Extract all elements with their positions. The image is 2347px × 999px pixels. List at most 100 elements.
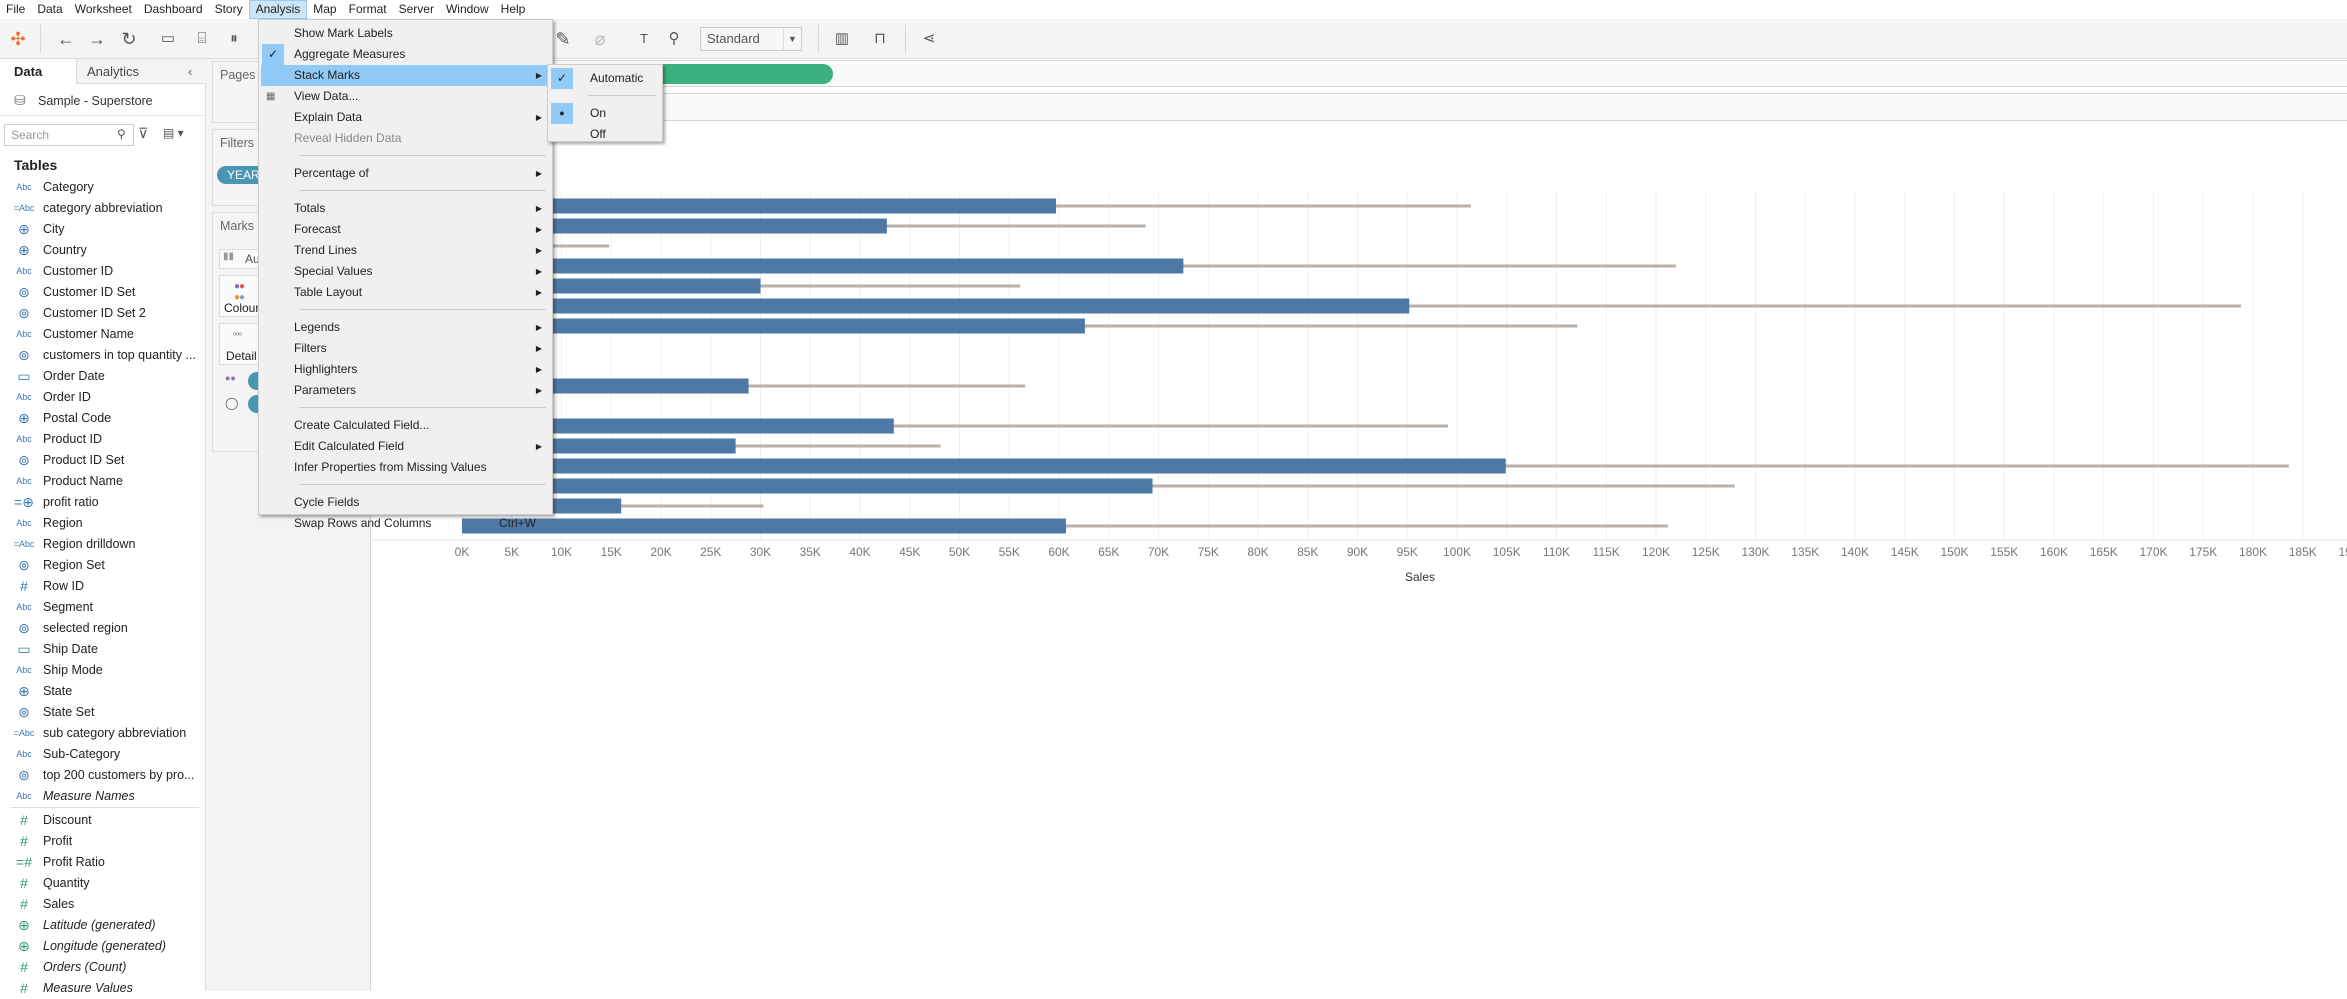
sales-bar[interactable] — [462, 258, 1184, 274]
submenu-arrow-icon: ▶ — [535, 288, 542, 297]
x-tick-label: 0K — [455, 545, 470, 559]
submenu-arrow-icon: ▶ — [535, 365, 542, 374]
x-tick-label: 45K — [899, 545, 920, 559]
menu-item-off[interactable]: Off — [550, 124, 660, 145]
x-tick-label: 95K — [1397, 545, 1418, 559]
x-tick-label: 130K — [1741, 545, 1769, 559]
menu-item-explain-data[interactable]: Explain Data ▶ — [261, 107, 550, 128]
x-tick-label: 75K — [1198, 545, 1219, 559]
menu-item-label: Edit Calculated Field — [294, 439, 405, 453]
x-tick-label: 160K — [2040, 545, 2068, 559]
menu-separator — [299, 309, 546, 310]
menu-item-totals[interactable]: Totals ▶ — [261, 198, 550, 219]
menu-item-label: Aggregate Measures — [294, 47, 406, 61]
x-tick-label: 155K — [1990, 545, 2018, 559]
sales-bar[interactable] — [462, 458, 1506, 474]
submenu-arrow-icon: ▶ — [535, 246, 542, 255]
menu-item-cycle-fields[interactable]: Cycle Fields — [261, 492, 550, 513]
menu-item-reveal-hidden-data: Reveal Hidden Data — [261, 128, 550, 149]
radio-dot-icon: ● — [551, 103, 573, 124]
sales-bar[interactable] — [462, 318, 1085, 334]
menu-item-show-mark-labels[interactable]: Show Mark Labels — [261, 23, 550, 44]
menu-item-label: Show Mark Labels — [294, 26, 393, 40]
checkmark-icon: ✓ — [551, 68, 573, 89]
submenu-arrow-icon: ▶ — [535, 344, 542, 353]
x-tick-label: 120K — [1642, 545, 1670, 559]
menu-item-aggregate-measures[interactable]: ✓ Aggregate Measures — [261, 44, 550, 65]
x-tick-label: 40K — [849, 545, 870, 559]
sales-bar[interactable] — [462, 518, 1066, 534]
menu-item-label: Forecast — [294, 222, 341, 236]
menu-item-label: Explain Data — [294, 110, 363, 124]
analysis-menu: Show Mark Labels ✓ Aggregate Measures Stack… — [258, 19, 553, 530]
menu-item-label: Highlighters — [294, 362, 358, 376]
menu-item-label: Cycle Fields — [294, 495, 360, 509]
menu-item-forecast[interactable]: Forecast ▶ — [261, 219, 550, 240]
menu-item-label: Legends — [294, 320, 341, 334]
x-tick-label: 80K — [1247, 545, 1268, 559]
checkmark-icon: ✓ — [262, 44, 284, 65]
menu-item-label: On — [590, 106, 607, 120]
x-tick-label: 70K — [1148, 545, 1169, 559]
x-tick-label: 85K — [1297, 545, 1318, 559]
menu-item-stack-marks[interactable]: Stack Marks ▶ — [261, 65, 550, 86]
menu-item-edit-calculated-field[interactable]: Edit Calculated Field ▶ — [261, 436, 550, 457]
menu-item-automatic[interactable]: ✓ Automatic — [550, 68, 660, 89]
x-tick-label: 35K — [800, 545, 821, 559]
menu-item-label: Stack Marks — [294, 68, 361, 82]
menu-item-label: Percentage of — [294, 166, 369, 180]
menu-item-create-calculated-field[interactable]: Create Calculated Field... — [261, 415, 550, 436]
menu-item-label: Swap Rows and Columns — [294, 516, 432, 530]
x-tick-label: 180K — [2239, 545, 2267, 559]
menu-item-highlighters[interactable]: Highlighters ▶ — [261, 359, 550, 380]
sales-bar[interactable] — [462, 298, 1410, 314]
menu-item-label: View Data... — [294, 89, 359, 103]
menu-item-legends[interactable]: Legends ▶ — [261, 317, 550, 338]
menu-item-percentage-of[interactable]: Percentage of ▶ — [261, 163, 550, 184]
submenu-arrow-icon: ▶ — [535, 204, 542, 213]
menu-item-infer-properties-from-missing-values[interactable]: Infer Properties from Missing Values — [261, 457, 550, 478]
menu-separator — [588, 95, 656, 96]
x-tick-label: 170K — [2139, 545, 2167, 559]
menu-item-filters[interactable]: Filters ▶ — [261, 338, 550, 359]
menu-separator — [299, 484, 546, 485]
x-tick-label: 140K — [1841, 545, 1869, 559]
menu-item-view-data[interactable]: ▦ View Data... — [261, 86, 550, 107]
sales-bar[interactable] — [462, 478, 1153, 494]
x-tick-label: 115K — [1593, 545, 1620, 559]
menu-item-on[interactable]: ● On — [550, 103, 660, 124]
x-tick-label: 135K — [1791, 545, 1819, 559]
menu-item-special-values[interactable]: Special Values ▶ — [261, 261, 550, 282]
x-tick-label: 100K — [1443, 545, 1471, 559]
x-tick-label: 175K — [2189, 545, 2217, 559]
x-tick-label: 30K — [750, 545, 771, 559]
menu-item-trend-lines[interactable]: Trend Lines ▶ — [261, 240, 550, 261]
x-tick-label: 20K — [650, 545, 671, 559]
shortcut-label: Ctrl+W — [499, 516, 536, 530]
menu-item-label: Reveal Hidden Data — [294, 131, 402, 145]
submenu-arrow-icon: ▶ — [535, 386, 542, 395]
submenu-arrow-icon: ▶ — [535, 225, 542, 234]
x-tick-label: 10K — [551, 545, 572, 559]
menu-item-label: Infer Properties from Missing Values — [294, 460, 487, 474]
menu-item-label: Special Values — [294, 264, 373, 278]
menu-item-parameters[interactable]: Parameters ▶ — [261, 380, 550, 401]
x-tick-label: 105K — [1493, 545, 1521, 559]
stack-marks-submenu: ✓ Automatic ● On Off — [547, 64, 663, 142]
submenu-arrow-icon: ▶ — [535, 169, 542, 178]
menu-item-label: Automatic — [590, 71, 644, 85]
x-tick-label: 25K — [700, 545, 721, 559]
menu-item-swap-rows-and-columns[interactable]: Swap Rows and Columns Ctrl+W — [261, 513, 550, 534]
x-tick-label: 65K — [1098, 545, 1119, 559]
x-tick-label: 185K — [2289, 545, 2317, 559]
submenu-arrow-icon: ▶ — [535, 323, 542, 332]
menu-separator — [299, 190, 546, 191]
menu-item-table-layout[interactable]: Table Layout ▶ — [261, 282, 550, 303]
x-tick-label: 150K — [1940, 545, 1968, 559]
menu-item-label: Totals — [294, 201, 326, 215]
view-data-grid-icon: ▦ — [266, 91, 276, 102]
submenu-arrow-icon: ▶ — [535, 71, 542, 80]
menu-item-label: Trend Lines — [294, 243, 357, 257]
menu-separator — [299, 407, 546, 408]
menu-item-label: Filters — [294, 341, 327, 355]
